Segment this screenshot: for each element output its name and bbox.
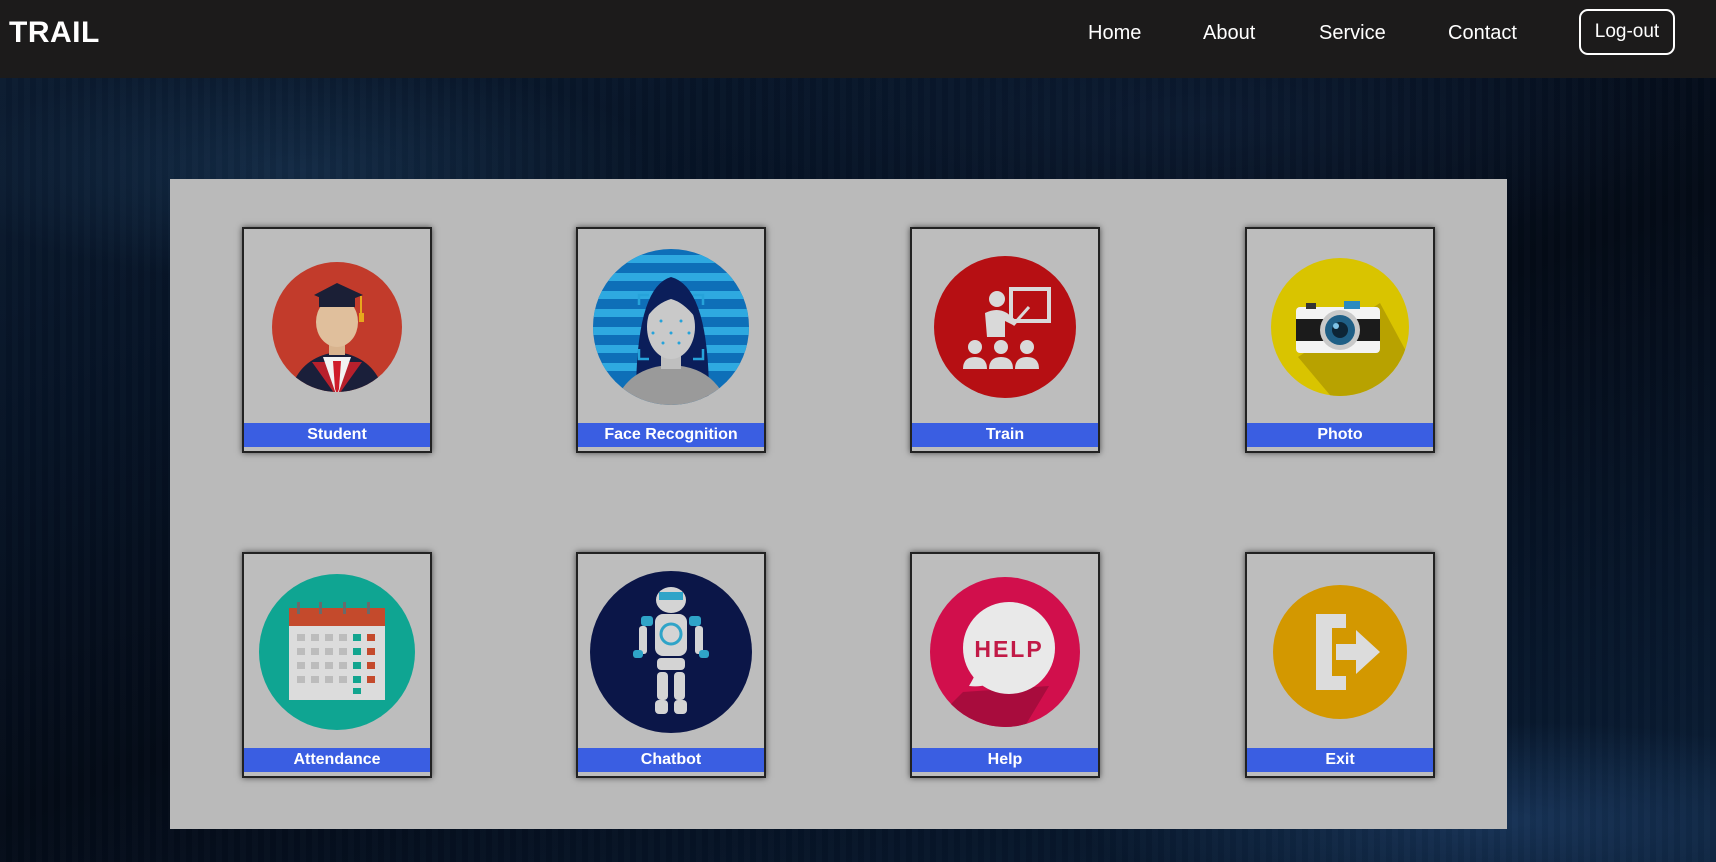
calendar-icon: [259, 574, 415, 730]
tile-photo[interactable]: Photo: [1245, 227, 1435, 453]
tile-help[interactable]: HELP Help: [910, 552, 1100, 778]
robot-icon: [590, 571, 752, 733]
tile-label: Train: [912, 423, 1098, 447]
nav-home-link[interactable]: Home: [1088, 22, 1141, 45]
tile-label: Chatbot: [578, 748, 764, 772]
nav-service-link[interactable]: Service: [1319, 22, 1386, 45]
tile-label: Exit: [1247, 748, 1433, 772]
tile-face-recognition[interactable]: Face Recognition: [576, 227, 766, 453]
student-graduate-icon: [272, 262, 402, 392]
tile-label: Attendance: [244, 748, 430, 772]
tile-label: Face Recognition: [578, 423, 764, 447]
tile-exit[interactable]: Exit: [1245, 552, 1435, 778]
logout-button[interactable]: Log-out: [1579, 9, 1675, 55]
tile-label: Student: [244, 423, 430, 447]
help-bubble-icon: HELP: [930, 577, 1080, 727]
camera-icon: [1271, 258, 1409, 396]
tile-label: Photo: [1247, 423, 1433, 447]
nav-about-link[interactable]: About: [1203, 22, 1255, 45]
tile-train[interactable]: Train: [910, 227, 1100, 453]
exit-door-icon: [1273, 585, 1407, 719]
teacher-board-icon: [934, 256, 1076, 398]
brand-logo[interactable]: TRAIL: [9, 16, 100, 50]
nav-contact-link[interactable]: Contact: [1448, 22, 1517, 45]
face-recognition-icon: [593, 249, 749, 405]
svg-text:HELP: HELP: [974, 636, 1043, 662]
dashboard-panel: Student Face Recognition Train Photo Att…: [170, 179, 1507, 829]
tile-attendance[interactable]: Attendance: [242, 552, 432, 778]
tile-chatbot[interactable]: Chatbot: [576, 552, 766, 778]
tile-label: Help: [912, 748, 1098, 772]
tile-student[interactable]: Student: [242, 227, 432, 453]
top-navbar: TRAIL Home About Service Contact Log-out: [0, 0, 1716, 78]
